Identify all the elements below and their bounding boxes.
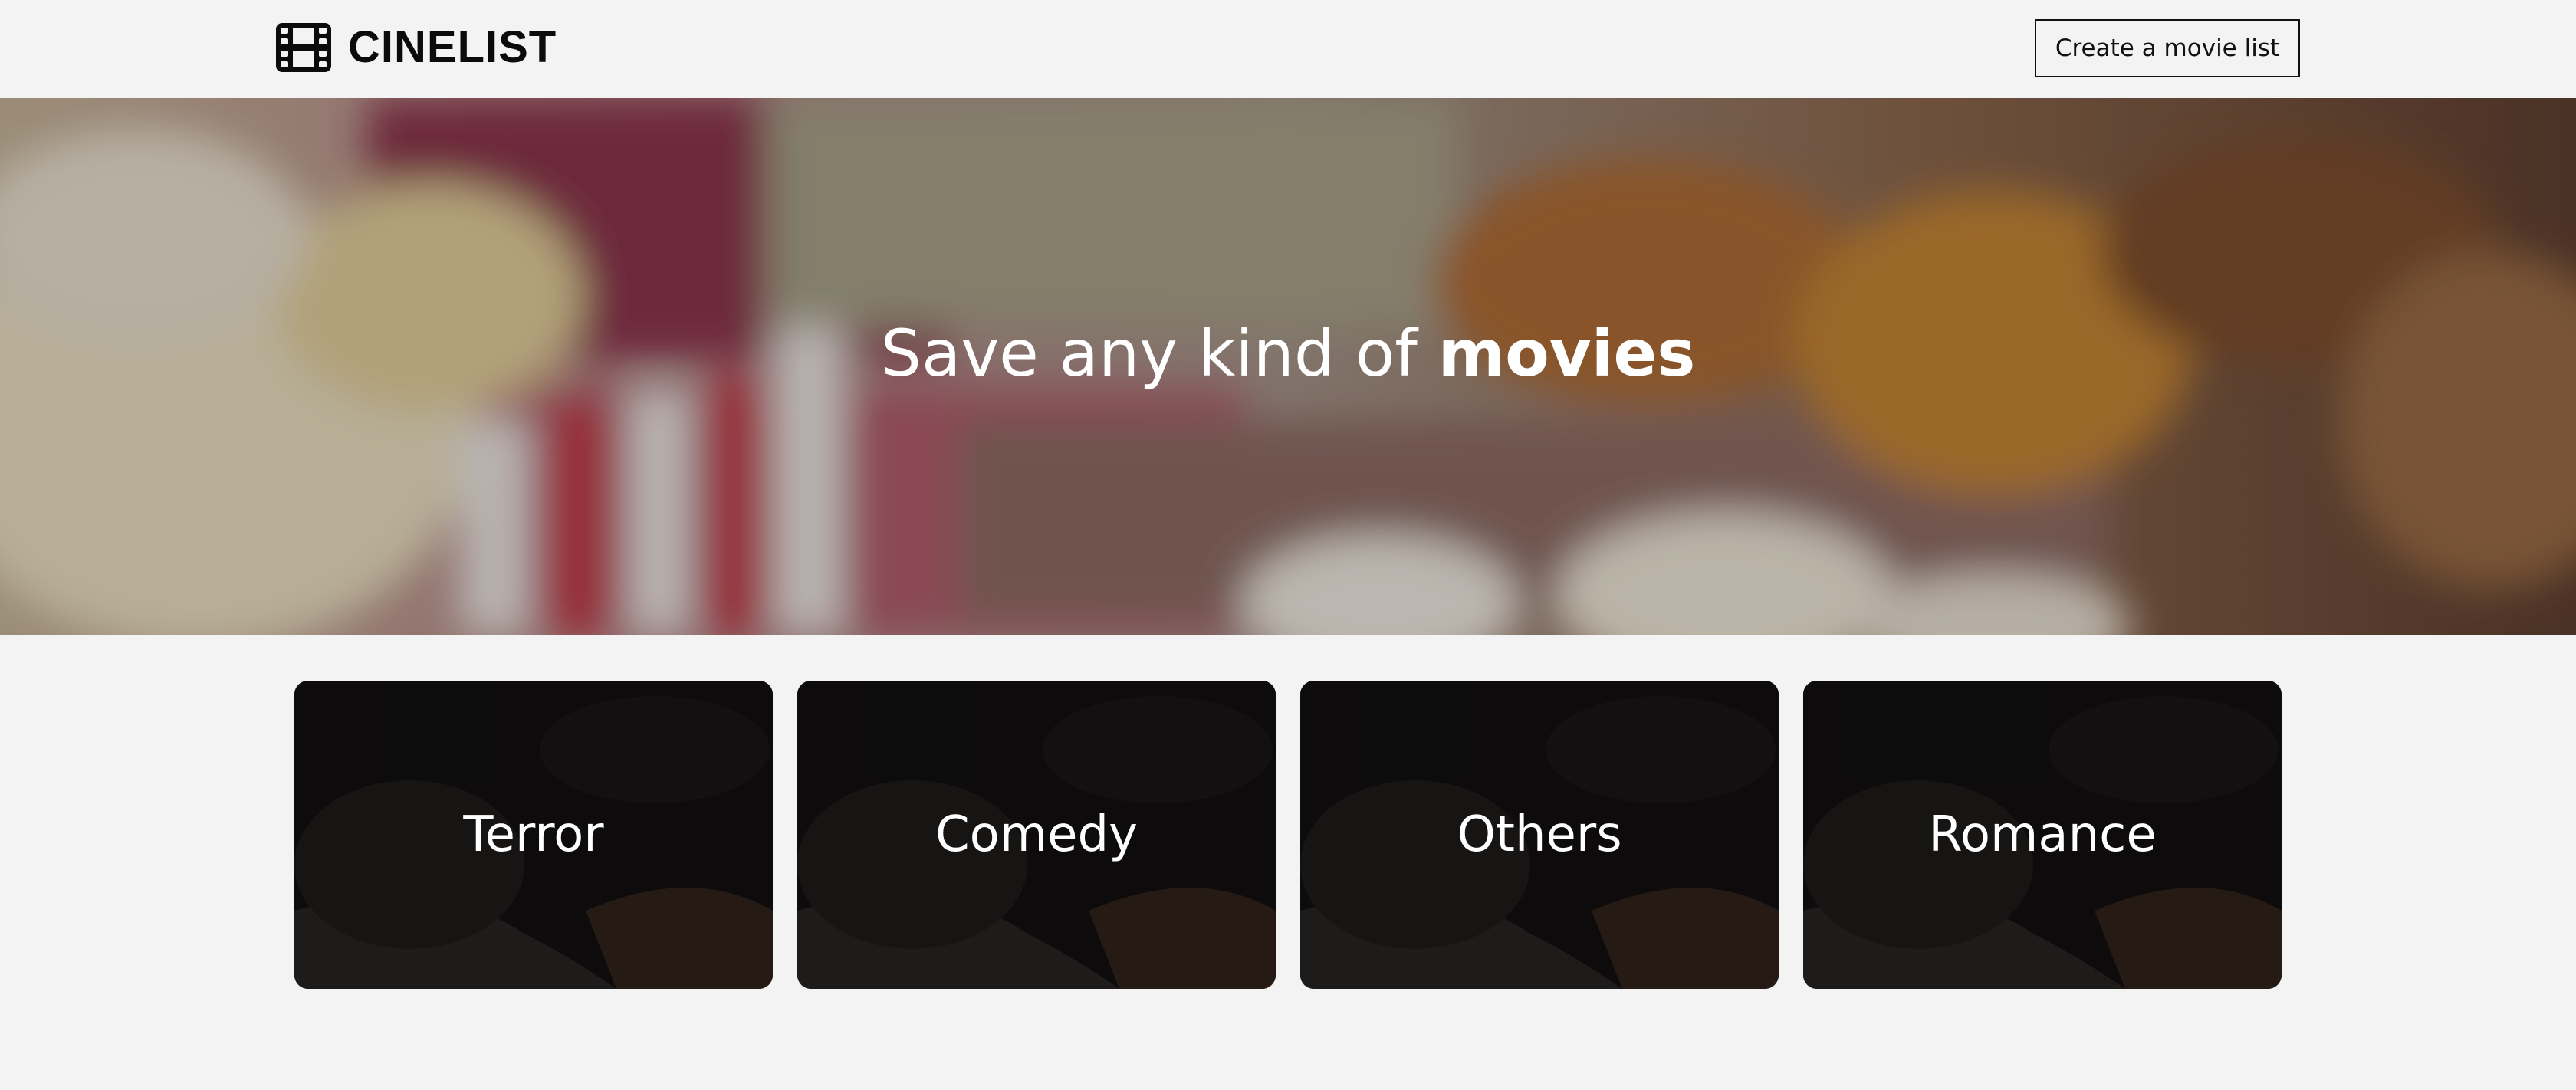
category-card-others[interactable]: Others	[1300, 681, 1779, 989]
brand-name: CINELIST	[348, 22, 557, 72]
create-movie-list-button[interactable]: Create a movie list	[2035, 19, 2300, 77]
category-label: Others	[1457, 806, 1622, 863]
brand-logo[interactable]: CINELIST	[276, 23, 557, 72]
hero-title: Save any kind of movies	[0, 315, 2576, 392]
category-cards: Terror Comedy Others Romance	[294, 681, 2282, 989]
hero-title-emphasis: movies	[1438, 316, 1696, 391]
category-label: Comedy	[935, 806, 1138, 863]
hero-title-prefix: Save any kind of	[880, 316, 1438, 391]
hero-banner: Save any kind of movies	[0, 98, 2576, 635]
category-card-romance[interactable]: Romance	[1803, 681, 2282, 989]
category-card-comedy[interactable]: Comedy	[797, 681, 1276, 989]
top-navbar: CINELIST Create a movie list	[0, 0, 2576, 98]
category-label: Terror	[463, 806, 604, 863]
category-label: Romance	[1928, 806, 2157, 863]
category-card-terror[interactable]: Terror	[294, 681, 773, 989]
film-icon	[276, 23, 331, 72]
